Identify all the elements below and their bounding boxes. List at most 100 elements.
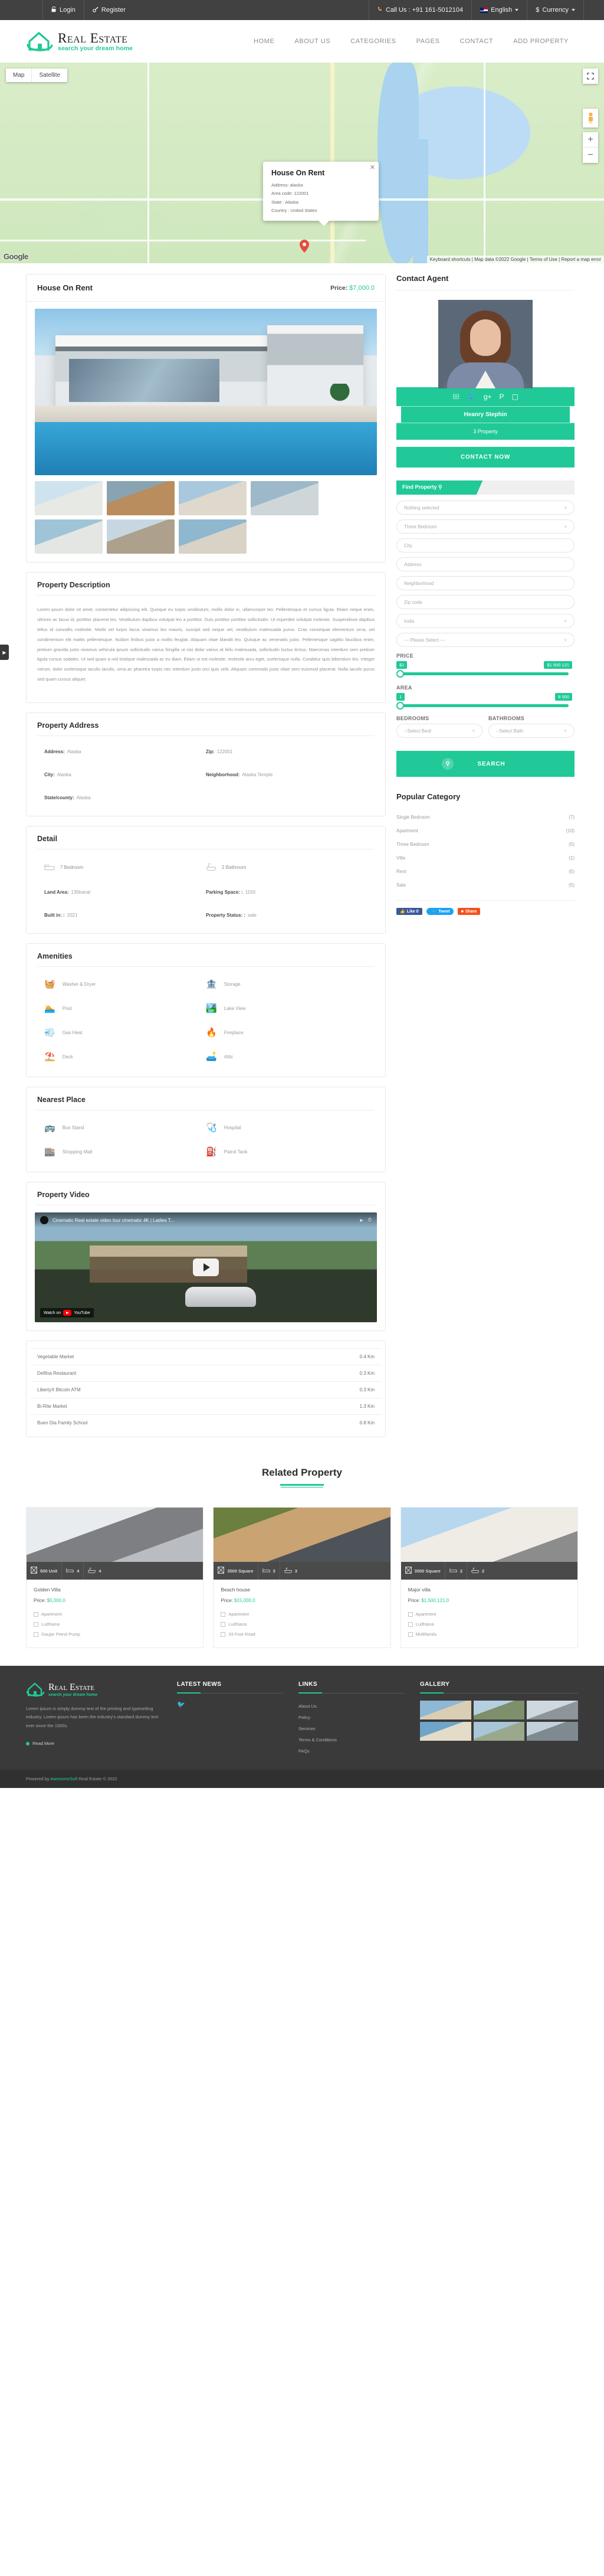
gallery-thumbnail[interactable] [527,1722,578,1741]
site-logo[interactable]: Real Estate search your dream home [26,30,133,53]
related-property-card[interactable]: 3500 Square 2 2 Major villa Price: $1,50… [400,1507,578,1648]
latest-news-item[interactable]: 🐦 [177,1701,283,1708]
watch-on-youtube-button[interactable]: Watch on YouTube [40,1308,94,1318]
bedroom-type-select[interactable]: Three Bedroom ˅ [396,519,575,534]
map-zoom-controls[interactable]: + − [583,132,598,163]
watch-later-icon[interactable]: ⏱ [368,1217,372,1223]
twitter-icon[interactable]: 🐦 [467,393,476,401]
bed-icon [449,1567,457,1575]
nav-item-about-us[interactable]: ABOUT US [294,38,330,45]
city-input[interactable]: City [396,538,575,553]
gallery-thumbnail[interactable] [251,481,319,515]
nav-item-contact[interactable]: CONTACT [460,38,494,45]
nav-item-pages[interactable]: PAGES [416,38,440,45]
satellite-button[interactable]: Satellite [32,68,68,82]
share-icon[interactable]: ➤ [359,1218,363,1223]
gallery-thumbnail[interactable] [107,519,175,554]
neighborhood-input[interactable]: Neighborhood [396,576,575,590]
list-item[interactable]: Sale (5) [396,878,575,892]
twitter-tweet-button[interactable]: 🐦 Tweet [426,908,454,915]
property-thumbnail[interactable] [214,1508,390,1562]
contact-now-button[interactable]: CONTACT NOW [396,447,575,468]
nav-item-categories[interactable]: CATEGORIES [350,38,396,45]
gallery-thumbnail[interactable] [179,481,247,515]
gallery-thumbnail[interactable] [35,519,103,554]
gallery-thumbnail[interactable] [179,519,247,554]
list-item[interactable]: Single Bedroom (7) [396,810,575,824]
slider-handle[interactable] [396,702,404,710]
zipcode-input[interactable]: Zip code [396,595,575,609]
gallery-thumbnail[interactable] [420,1722,471,1741]
slider-handle[interactable] [396,670,404,678]
state-select[interactable]: --- Please Select --- ˅ [396,633,575,647]
map-section[interactable]: Map Satellite + − Google Keyboard shortc… [0,63,604,263]
gallery-main-image[interactable] [35,309,377,475]
footer-logo[interactable]: Real Estate search your dream home [26,1681,162,1698]
share-button[interactable]: ■ Share [457,908,481,915]
facebook-icon[interactable]:  [452,393,459,401]
slider-track[interactable] [399,704,569,707]
currency-selector[interactable]: $ Currency [527,0,584,20]
gallery-thumbnail[interactable] [527,1701,578,1719]
register-button[interactable]: Register [83,0,134,20]
slider-track[interactable] [399,672,569,675]
list-item[interactable]: Villa (1) [396,851,575,865]
map-marker-pin-icon[interactable] [300,240,309,253]
agent-social-links[interactable]:  🐦 g+ P ▢ [396,387,575,406]
related-property-card[interactable]: 3500 Square 3 3 Beach house Price: $15,0… [213,1507,391,1648]
instagram-icon[interactable]: ▢ [512,393,518,401]
call-us[interactable]: Call Us : +91 161-5012104 [368,0,471,20]
list-item[interactable]: Three Bedroom (5) [396,838,575,851]
footer-link-about-us[interactable]: About Us [298,1701,405,1712]
search-button[interactable]: ⚲ SEARCH [396,751,575,777]
map-type-controls[interactable]: Map Satellite [6,68,68,82]
footer-link-policy[interactable]: Policy [298,1712,405,1723]
play-button[interactable] [193,1258,219,1276]
close-icon[interactable]: ✕ [370,164,375,171]
facebook-like-button[interactable]: 👍 Like 0 [396,908,422,915]
zoom-out-button[interactable]: − [583,148,598,163]
property-name[interactable]: Major villa [408,1587,570,1593]
location-icon [34,1622,38,1627]
nav-item-home[interactable]: HOME [254,38,274,45]
property-thumbnail[interactable] [27,1508,203,1562]
pinterest-icon[interactable]: P [500,393,504,401]
property-thumbnail[interactable] [401,1508,577,1562]
video-actions[interactable]: ➤ ⏱ [359,1217,372,1223]
google-plus-icon[interactable]: g+ [484,393,492,401]
gallery-thumbnail[interactable] [420,1701,471,1719]
language-selector[interactable]: English [471,0,527,20]
bathrooms-select[interactable]: --Select Bath ˅ [488,724,575,738]
video-heading: Property Video [37,1191,90,1199]
gallery-thumbnail[interactable] [473,1701,525,1719]
area-slider[interactable]: 1 8 500 [396,693,575,711]
street-view-pegman-icon[interactable] [583,109,598,128]
price-slider[interactable]: $1 $1 500 121 [396,661,575,679]
country-select[interactable]: India ˅ [396,614,575,628]
map-attribution: Keyboard shortcuts | Map data ©2022 Goog… [426,256,604,263]
gallery-thumbnail[interactable] [107,481,175,515]
property-name[interactable]: Golden Villa [34,1587,196,1593]
gallery-thumbnail[interactable] [473,1722,525,1741]
list-item[interactable]: Rent (5) [396,865,575,878]
footer-link-faqs[interactable]: FAQs [298,1745,405,1757]
read-more-link[interactable]: Read More [26,1741,54,1746]
list-item[interactable]: Apartment (10) [396,824,575,838]
login-button[interactable]: Login [42,0,84,20]
gallery-thumbnail[interactable] [35,481,103,515]
related-property-card[interactable]: 500 Unit 4 4 Golden Villa Price: $5,000.… [26,1507,204,1648]
footer-link-terms[interactable]: Terms & Conditions [298,1734,405,1745]
nav-item-add-property[interactable]: ADD PROPERTY [513,38,569,45]
property-name[interactable]: Beach house [221,1587,383,1593]
category-select[interactable]: Nothing selected ˅ [396,501,575,515]
footer-link-services[interactable]: Services [298,1723,405,1734]
video-player[interactable]: Cinematic Real estate video tour cinemat… [35,1212,377,1322]
fullscreen-icon[interactable] [583,68,598,84]
zoom-in-button[interactable]: + [583,132,598,148]
bedrooms-select[interactable]: --Select Bedr ˅ [396,724,482,738]
area-max-bubble: 8 500 [555,693,572,701]
address-input[interactable]: Address [396,557,575,571]
map-button[interactable]: Map [6,68,32,82]
copyright-brand[interactable]: AwesomeSoft [50,1776,77,1781]
side-toggle-tab[interactable]: ▶ [0,645,9,660]
